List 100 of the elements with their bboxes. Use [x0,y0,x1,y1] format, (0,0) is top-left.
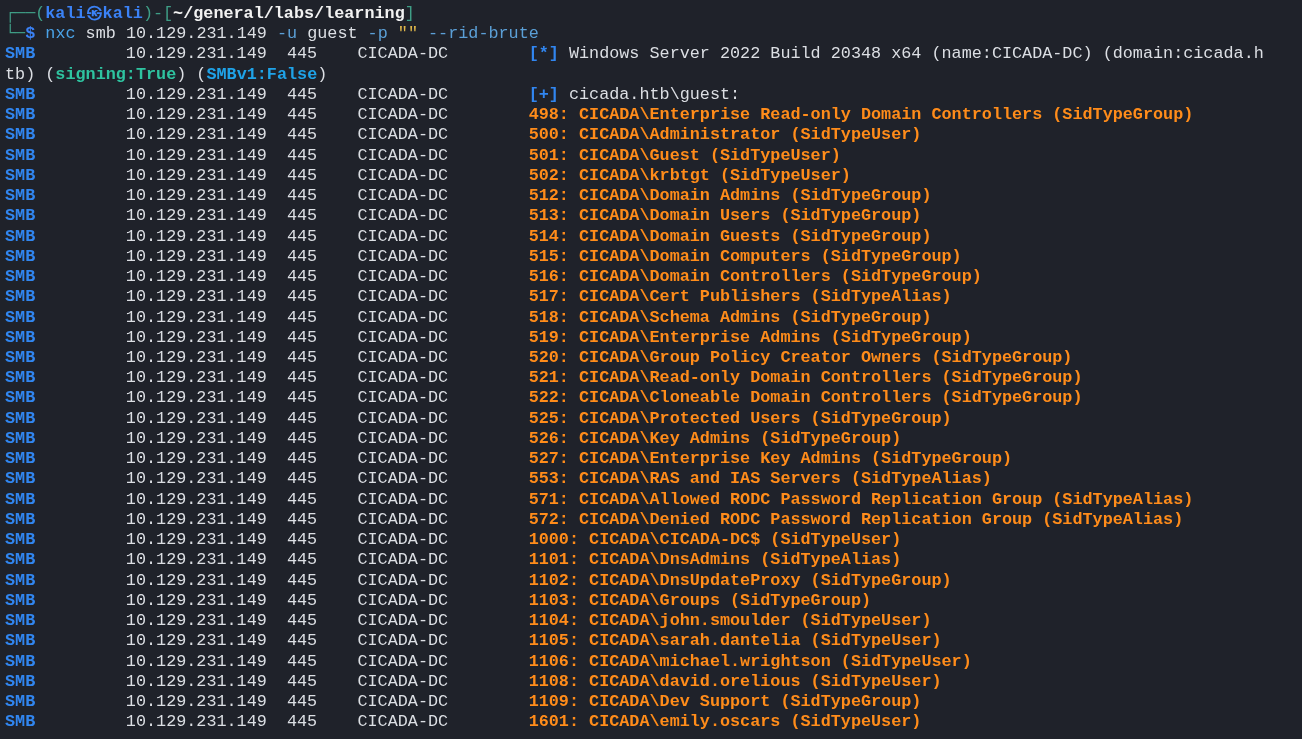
host-address: 10.129.231.149 [125,671,267,691]
output-text: tb) ( [5,64,56,85]
host-name: CICADA-DC [357,145,449,165]
account-entry: 553: CICADA\RAS and IAS Servers (SidTypeAlias) [528,469,992,490]
account-entry: 1106: CICADA\michael.wrightson (SidTypeUser) [528,651,972,672]
account-entry: 1108: CICADA\david.orelious (SidTypeUser) [528,671,942,692]
host-address: 10.129.231.149 [125,186,267,206]
port-number: 445 [286,44,318,64]
account-entry: 514: CICADA\Domain Guests (SidTypeGroup) [528,226,932,247]
host-address: 10.129.231.149 [125,691,267,711]
port-number: 445 [286,125,318,145]
host-name: CICADA-DC [357,590,449,610]
port-number: 445 [286,105,318,125]
output-text: ) ( [176,64,207,85]
host-name: CICADA-DC [357,489,449,509]
host-name: CICADA-DC [357,44,449,64]
host-name: CICADA-DC [357,408,449,428]
protocol-label: SMB [5,469,36,489]
port-number: 445 [286,509,318,529]
port-number: 445 [286,530,318,550]
output-text: smb 10.129.231.149 [84,24,267,45]
host-name: CICADA-DC [357,449,449,469]
account-entry: 520: CICADA\Group Policy Creator Owners (SidTypeGroup) [528,348,1073,369]
protocol-label: SMB [5,408,36,428]
host-address: 10.129.231.149 [125,611,267,631]
protocol-label: SMB [5,570,36,590]
host-name: CICADA-DC [357,631,449,651]
host-name: CICADA-DC [357,469,449,489]
account-entry: 521: CICADA\Read-only Domain Controllers (SidTypeGroup) [528,368,1083,389]
protocol-label: SMB [5,246,36,266]
host-name: CICADA-DC [357,186,449,206]
status-marker: [+] [528,84,559,106]
port-number: 445 [286,651,318,671]
port-number: 445 [286,348,318,367]
protocol-label: SMB [5,348,36,367]
port-number: 445 [286,388,318,408]
account-entry: 516: CICADA\Domain Controllers (SidTypeGroup) [528,267,982,288]
output-text: ) [317,64,328,85]
port-number: 445 [286,469,318,489]
output-text: Windows Server 2022 Build 20348 x64 (name:CICADA-DC) (domain:cicada.h [568,44,1264,65]
port-number: 445 [286,570,318,590]
host-name: CICADA-DC [357,165,449,185]
port-number: 445 [286,327,318,347]
host-name: CICADA-DC [357,125,449,145]
host-name: CICADA-DC [357,206,449,226]
protocol-label: SMB [5,44,36,64]
port-number: 445 [286,287,318,307]
port-number: 445 [286,550,318,570]
account-entry: 1109: CICADA\Dev Support (SidTypeGroup) [528,691,922,713]
port-number: 445 [286,145,318,165]
account-entry: 526: CICADA\Key Admins (SidTypeGroup) [528,428,902,450]
port-number: 445 [286,307,318,327]
protocol-label: SMB [5,550,36,570]
host-address: 10.129.231.149 [125,449,267,469]
account-entry: 501: CICADA\Guest (SidTypeUser) [528,145,841,166]
account-entry: 1000: CICADA\CICADA-DC$ (SidTypeUser) [528,530,902,551]
host-address: 10.129.231.149 [125,530,267,550]
host-address: 10.129.231.149 [125,206,267,226]
prompt-frame: └─ [5,24,26,45]
host-name: CICADA-DC [357,246,449,266]
command-option: --rid-brute [417,24,539,45]
protocol-label: SMB [5,186,36,206]
host-address: 10.129.231.149 [125,145,267,165]
host-name: CICADA-DC [357,287,449,307]
host-address: 10.129.231.149 [125,226,267,246]
host-address: 10.129.231.149 [125,408,267,428]
host-name: CICADA-DC [357,550,449,570]
protocol-label: SMB [5,631,36,651]
protocol-label: SMB [5,449,36,469]
host-address: 10.129.231.149 [125,165,267,185]
host-address: 10.129.231.149 [125,246,267,266]
host-address: 10.129.231.149 [125,368,267,388]
account-entry: 1102: CICADA\DnsUpdateProxy (SidTypeGroup) [528,570,952,591]
protocol-label: SMB [5,691,36,711]
port-number: 445 [286,691,318,711]
host-name: CICADA-DC [357,691,449,711]
protocol-label: SMB [5,307,36,327]
port-number: 445 [286,631,318,651]
host-address: 10.129.231.149 [125,590,267,610]
account-entry: 572: CICADA\Denied RODC Password Replication Group (SidTypeAlias) [528,509,1184,531]
command-name: nxc [44,24,76,45]
protocol-label: SMB [5,590,36,610]
host-address: 10.129.231.149 [125,287,267,307]
protocol-label: SMB [5,368,36,388]
prompt-frame: )-[ [142,4,174,25]
account-entry: 527: CICADA\Enterprise Key Admins (SidTypeGroup) [528,449,1013,470]
protocol-label: SMB [5,145,36,165]
protocol-label: SMB [5,509,36,529]
host-address: 10.129.231.149 [125,712,267,732]
prompt-frame: ┌──( [5,4,46,25]
account-entry: 571: CICADA\Allowed RODC Password Replication Group (SidTypeAlias) [528,489,1194,510]
host-name: CICADA-DC [357,226,449,246]
port-number: 445 [286,267,318,287]
port-number: 445 [286,489,318,509]
port-number: 445 [286,165,318,185]
protocol-label: SMB [5,165,36,185]
host-address: 10.129.231.149 [125,327,267,347]
account-entry: 502: CICADA\krbtgt (SidTypeUser) [528,165,851,187]
host-address: 10.129.231.149 [125,428,267,448]
protocol-label: SMB [5,428,36,448]
